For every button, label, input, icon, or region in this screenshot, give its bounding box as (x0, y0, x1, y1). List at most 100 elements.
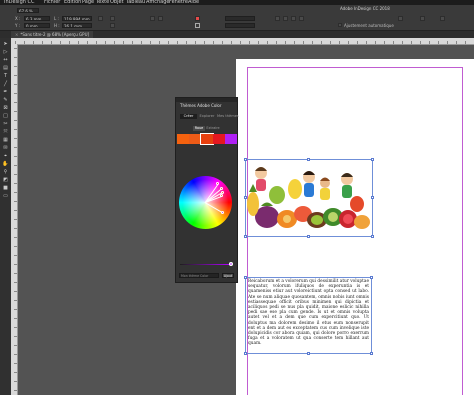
resize-handle-left[interactable] (244, 196, 247, 199)
resize-handle-top-right[interactable] (371, 158, 374, 161)
close-tab-icon[interactable]: × (15, 32, 18, 37)
ruler-tick (14, 309, 17, 310)
harmony-handle[interactable] (220, 190, 224, 194)
resize-handle-top-left[interactable] (244, 158, 247, 161)
ruler-tick (195, 41, 196, 44)
ruler-tick (14, 390, 17, 391)
effects-icon[interactable] (398, 16, 403, 21)
add-theme-button[interactable]: Ajout (222, 273, 234, 278)
constrain-proportions-icon[interactable] (98, 16, 103, 21)
ruler-tick (14, 300, 17, 301)
view-mode[interactable]: ▭ (2, 193, 9, 199)
center-content-icon[interactable] (299, 16, 304, 21)
direct-selection-tool[interactable]: ▷ (2, 49, 9, 55)
scissors-tool[interactable]: ✂ (2, 121, 9, 127)
tab-explore[interactable]: Explorer (198, 114, 216, 119)
pen-tool[interactable]: ✒ (2, 89, 9, 95)
ruler-tick (14, 75, 17, 76)
shear-icon[interactable] (110, 23, 115, 28)
width-field[interactable]: 119,994 mm (62, 16, 92, 21)
ruler-tick (14, 210, 17, 211)
resize-handle-top[interactable] (307, 158, 310, 161)
y-field[interactable]: 0 mm (24, 23, 50, 28)
autofit-checkbox[interactable] (338, 23, 342, 27)
panel-title: Thèmes Adobe Color (180, 103, 222, 108)
ruler-tick (105, 41, 106, 44)
horizontal-ruler[interactable] (11, 38, 474, 45)
text-handle-bottom-left[interactable] (244, 352, 247, 355)
ruler-tick (384, 41, 385, 44)
text-wrap-icon[interactable] (420, 16, 425, 21)
image-frame[interactable] (244, 158, 374, 238)
subtab-wheel[interactable]: Roue (193, 126, 205, 131)
ruler-tick (14, 57, 17, 58)
harmony-handle[interactable] (219, 187, 223, 190)
harmony-handle[interactable] (220, 210, 224, 214)
pasteboard[interactable]: Reicaborum et a volorerum qui dessimilit… (18, 45, 474, 395)
resize-handle-right[interactable] (371, 196, 374, 199)
document-tab[interactable]: × *Sans titre-2 @ 68% [Aperçu GPU] (11, 31, 94, 38)
vertical-ruler[interactable] (11, 44, 18, 395)
content-collector-tool[interactable]: ▤ (2, 65, 9, 71)
fill-stroke-swatch[interactable]: ◩ (2, 177, 9, 183)
stroke-weight-field[interactable] (225, 16, 255, 21)
tab-create[interactable]: Créer (180, 114, 197, 119)
eyedropper-tool[interactable]: ⌖ (2, 153, 9, 159)
subtab-extract[interactable]: Extraire (206, 126, 220, 131)
brightness-slider-knob[interactable] (229, 262, 233, 266)
free-transform-tool[interactable]: ⤧ (2, 129, 9, 135)
flip-horizontal-icon[interactable] (150, 16, 155, 21)
theme-swatch[interactable] (177, 134, 189, 144)
text-handle-bottom-right[interactable] (370, 352, 373, 355)
page[interactable]: Reicaborum et a volorerum qui dessimilit… (236, 59, 474, 395)
zoom-level-field[interactable]: 67,6 % (17, 8, 39, 13)
stroke-color-icon[interactable] (195, 23, 200, 28)
ruler-tick (357, 41, 358, 44)
type-tool[interactable]: T (2, 73, 9, 79)
ruler-tick (222, 41, 223, 44)
panel-drag-bar[interactable] (176, 98, 237, 102)
text-handle-top-left[interactable] (244, 276, 247, 279)
apply-color[interactable]: ■ (2, 185, 9, 191)
fit-frame-icon[interactable] (283, 16, 288, 21)
resize-handle-bottom[interactable] (307, 235, 310, 238)
gradient-tool[interactable]: ▦ (2, 137, 9, 143)
note-tool[interactable]: ✉ (2, 145, 9, 151)
y-label: Y : (15, 23, 21, 28)
theme-swatch[interactable] (213, 134, 225, 144)
flip-vertical-icon[interactable] (158, 16, 163, 21)
line-tool[interactable]: ╱ (2, 81, 9, 87)
tab-my-themes[interactable]: Mes thèmes (217, 114, 239, 119)
object-style-icon[interactable] (440, 16, 445, 21)
theme-swatch[interactable] (200, 133, 214, 145)
theme-name-input[interactable]: Mon thème Color (179, 273, 219, 278)
pencil-tool[interactable]: ✎ (2, 97, 9, 103)
hand-tool[interactable]: ✋ (2, 161, 9, 167)
fill-frame-icon[interactable] (291, 16, 296, 21)
body-text[interactable]: Reicaborum et a volorerum qui dessimilit… (248, 279, 369, 347)
brightness-slider[interactable] (180, 264, 230, 265)
resize-handle-bottom-right[interactable] (371, 235, 374, 238)
x-field[interactable]: 6,3 mm (24, 16, 50, 21)
theme-swatch[interactable] (225, 134, 237, 144)
rectangle-frame-tool[interactable]: ⊠ (2, 105, 9, 111)
ruler-tick (14, 273, 17, 274)
fit-content-icon[interactable] (275, 16, 280, 21)
ruler-tick (294, 41, 295, 44)
ruler-tick (14, 165, 17, 166)
zoom-tool[interactable]: ⚲ (2, 169, 9, 175)
text-frame[interactable]: Reicaborum et a volorerum qui dessimilit… (244, 276, 373, 355)
fill-color-icon[interactable] (195, 16, 200, 21)
gap-tool[interactable]: ↔ (2, 57, 9, 63)
selection-tool[interactable]: ➤ (2, 41, 9, 47)
text-handle-bottom[interactable] (307, 352, 310, 355)
text-handle-top-right[interactable] (370, 276, 373, 279)
rotate-icon[interactable] (110, 16, 115, 21)
ruler-tick (249, 41, 250, 44)
resize-handle-bottom-left[interactable] (244, 235, 247, 238)
height-field[interactable]: 26,1 mm (62, 23, 92, 28)
adobe-color-themes-panel[interactable]: Thèmes Adobe Color Créer Explorer Mes th… (175, 97, 239, 283)
stroke-type-field[interactable] (225, 23, 255, 28)
rectangle-tool[interactable]: □ (2, 113, 9, 119)
theme-swatch[interactable] (189, 134, 201, 144)
